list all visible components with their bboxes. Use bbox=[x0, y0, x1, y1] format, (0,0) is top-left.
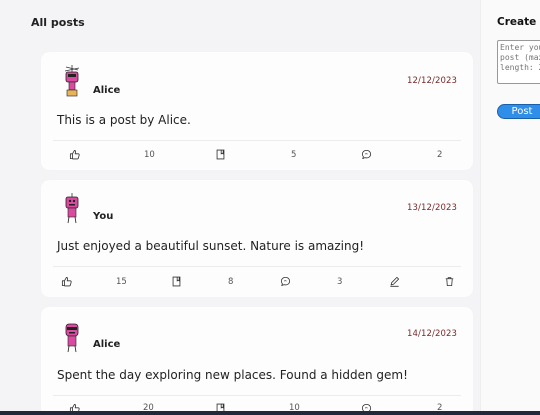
like-icon[interactable] bbox=[67, 147, 81, 161]
save-count: 8 bbox=[228, 277, 234, 287]
bookmark-icon[interactable] bbox=[213, 147, 227, 161]
post-date: 13/12/2023 bbox=[407, 203, 457, 213]
avatar bbox=[61, 191, 83, 225]
divider bbox=[53, 395, 461, 396]
post-card: You 13/12/2023 Just enjoyed a beautiful … bbox=[41, 180, 473, 297]
taskbar-edge bbox=[0, 411, 540, 415]
divider bbox=[53, 140, 461, 141]
post-author: Alice bbox=[93, 85, 121, 96]
bookmark-icon[interactable] bbox=[169, 274, 183, 288]
create-post-title: Create Post bbox=[497, 16, 540, 28]
comment-icon[interactable] bbox=[278, 274, 292, 288]
post-date: 12/12/2023 bbox=[407, 76, 457, 86]
avatar bbox=[61, 320, 83, 354]
post-content: Just enjoyed a beautiful sunset. Nature … bbox=[57, 239, 365, 253]
post-author: You bbox=[93, 211, 114, 222]
post-card: Alice 12/12/2023 This is a post by Alice… bbox=[41, 52, 473, 170]
save-count: 5 bbox=[291, 150, 297, 160]
comment-count: 3 bbox=[337, 277, 343, 287]
like-count: 15 bbox=[116, 277, 127, 287]
like-icon[interactable] bbox=[59, 274, 73, 288]
posts-feed: All posts Alice 12/12/2023 This is a pos… bbox=[0, 0, 480, 415]
create-post-panel: Create Post Post bbox=[480, 0, 540, 415]
comment-count: 2 bbox=[437, 150, 443, 160]
avatar bbox=[61, 64, 83, 98]
delete-icon[interactable] bbox=[442, 274, 456, 288]
comment-icon[interactable] bbox=[359, 147, 373, 161]
post-content: This is a post by Alice. bbox=[57, 113, 191, 127]
post-date: 14/12/2023 bbox=[407, 329, 457, 339]
post-button[interactable]: Post bbox=[497, 104, 540, 119]
divider bbox=[53, 266, 461, 267]
feed-title: All posts bbox=[31, 16, 85, 29]
post-author: Alice bbox=[93, 339, 121, 350]
post-content: Spent the day exploring new places. Foun… bbox=[57, 368, 408, 382]
like-count: 10 bbox=[144, 150, 155, 160]
edit-icon[interactable] bbox=[387, 274, 401, 288]
post-input[interactable] bbox=[497, 40, 540, 84]
post-card: Alice 14/12/2023 Spent the day exploring… bbox=[41, 307, 473, 415]
